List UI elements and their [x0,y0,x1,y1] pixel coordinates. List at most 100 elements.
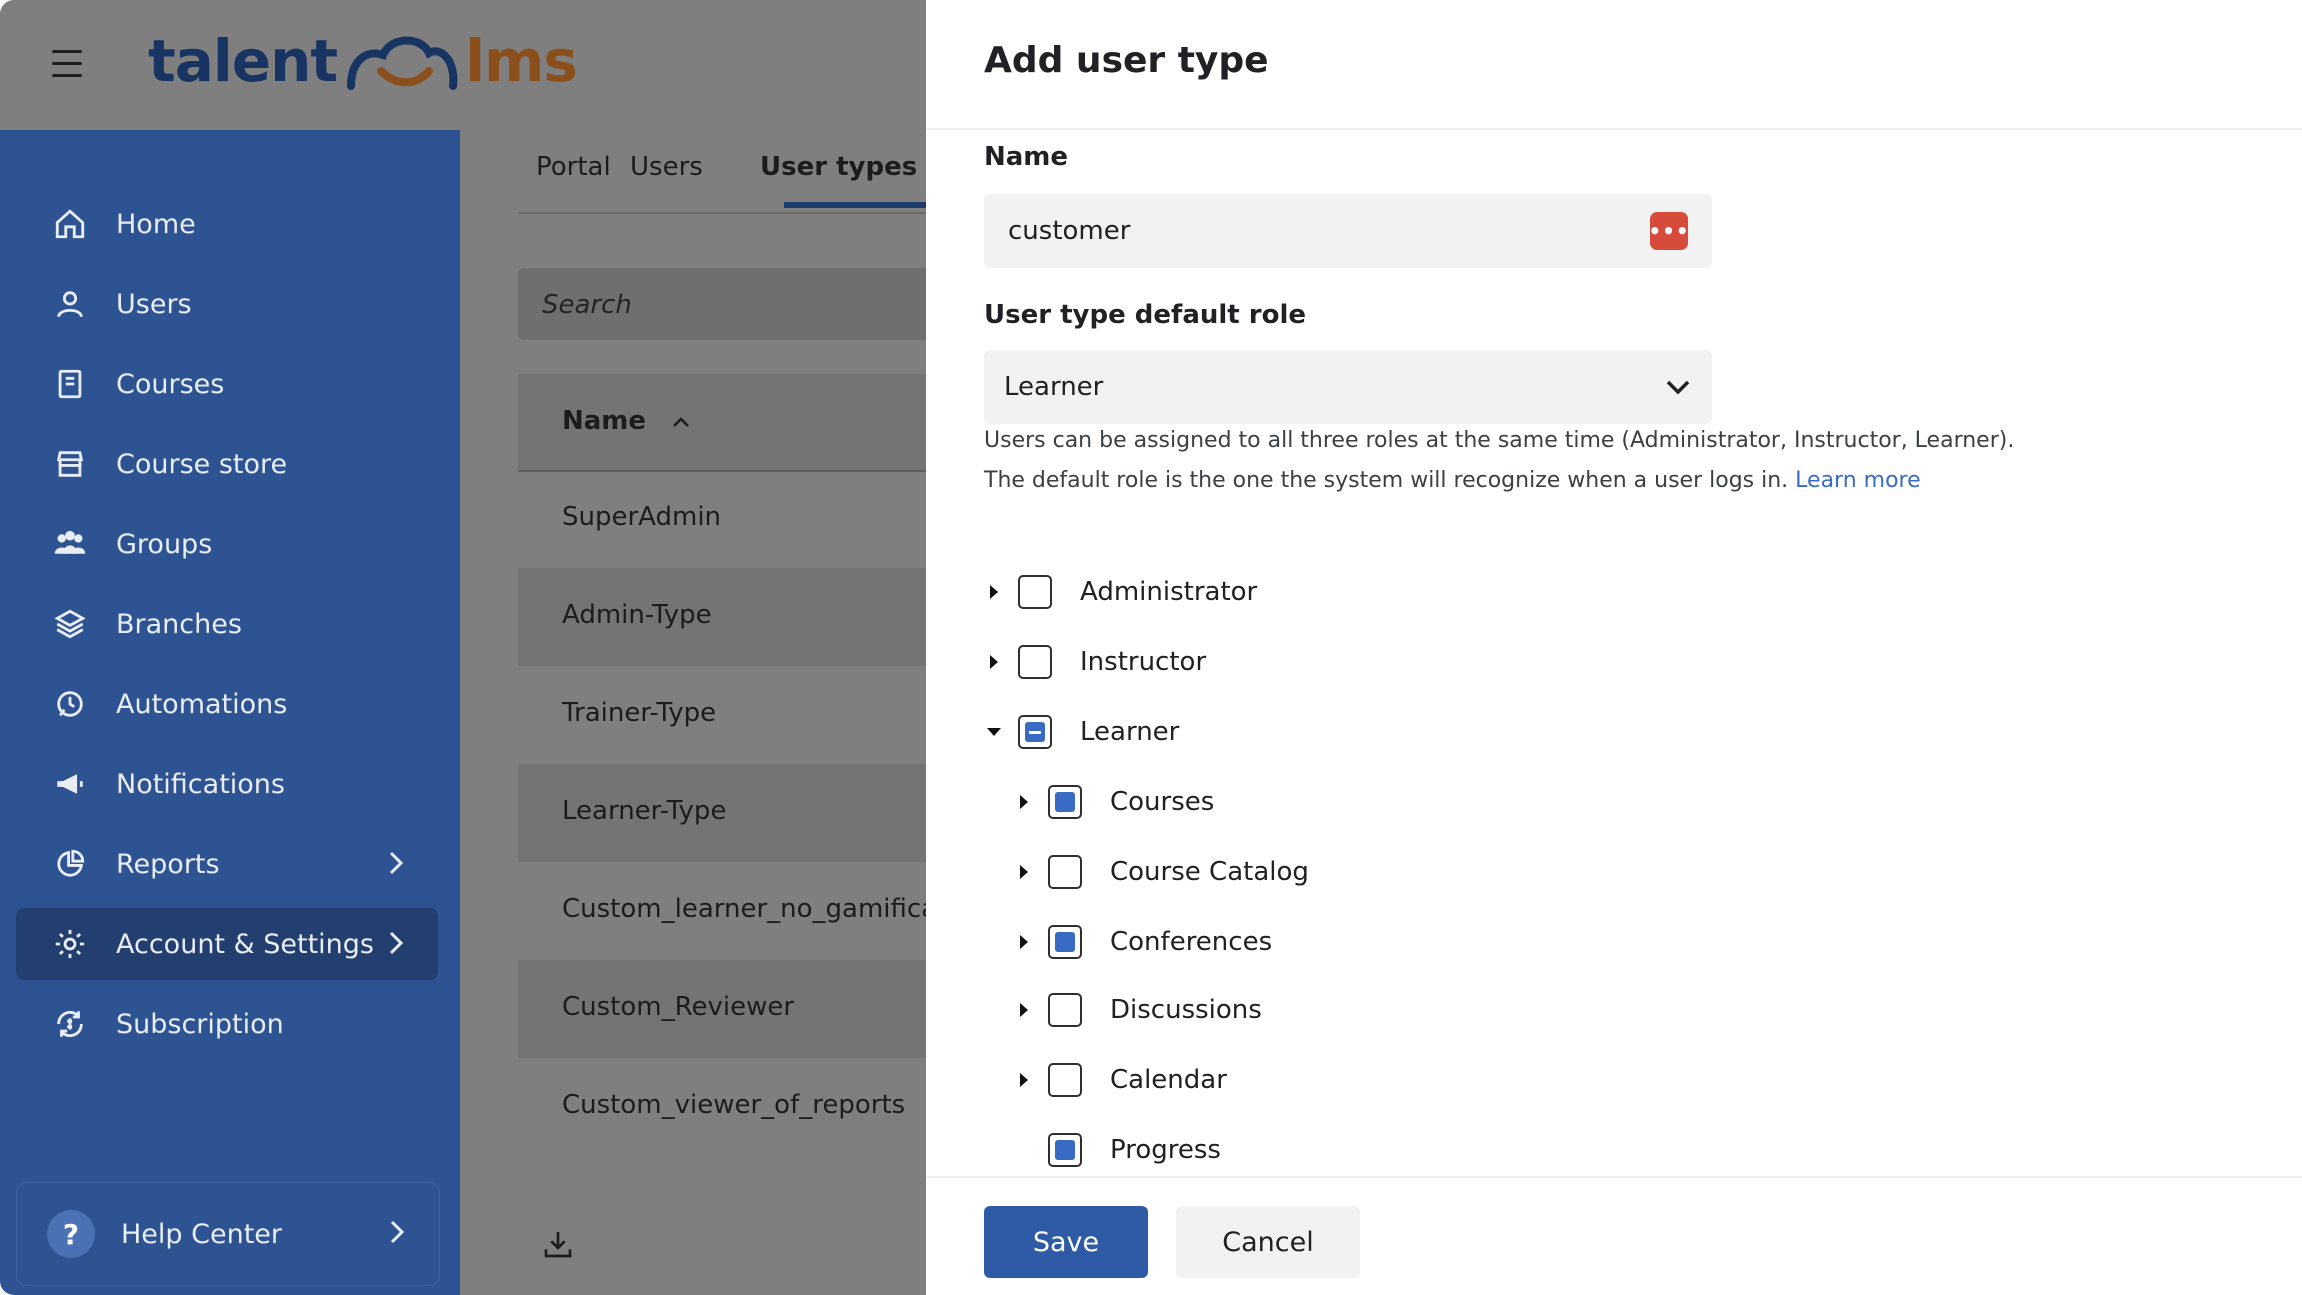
tree-row-conferences: Conferences [1014,922,1272,962]
cloud-logo-icon [347,36,458,90]
expand-arrow-icon[interactable] [1014,1060,1034,1100]
sidebar: Home Users Courses Course store Groups B… [0,130,460,1295]
hamburger-menu-icon[interactable] [52,50,82,78]
search-placeholder: Search [542,290,632,320]
sidebar-item-home[interactable]: Home [16,188,438,260]
chevron-right-icon [388,850,404,883]
store-icon [50,444,90,484]
discussions-checkbox[interactable] [1048,993,1082,1027]
table-row[interactable]: Custom_learner_no_gamifica... [518,862,938,960]
sidebar-item-courses[interactable]: Courses [16,348,438,420]
sidebar-item-account-settings[interactable]: Account & Settings [16,908,438,980]
download-icon[interactable] [542,1228,574,1264]
role-help-line-1: Users can be assigned to all three roles… [984,428,2015,453]
top-header: talent lms [0,0,926,130]
name-label: Name [984,142,1069,172]
chevron-right-icon [388,930,404,963]
sidebar-item-reports[interactable]: Reports [16,828,438,900]
sidebar-item-label: Account & Settings [116,928,374,960]
sidebar-item-groups[interactable]: Groups [16,508,438,580]
role-help-line-2: The default role is the one the system w… [984,468,1921,493]
expand-arrow-icon[interactable] [1014,852,1034,892]
sidebar-item-label: Branches [116,608,242,640]
sidebar-item-label: Home [116,208,196,240]
tree-label: Conferences [1110,927,1273,957]
sidebar-item-course-store[interactable]: Course store [16,428,438,500]
layers-icon [50,604,90,644]
tree-label: Administrator [1080,577,1258,607]
question-icon: ? [47,1210,95,1258]
row-name: Custom_viewer_of_reports [562,1090,906,1120]
tree-row-course-catalog: Course Catalog [1014,852,1309,892]
subscription-icon [50,1004,90,1044]
courses-checkbox[interactable] [1048,785,1082,819]
tab-portal[interactable]: Portal [536,152,611,182]
table-row[interactable]: Custom_Reviewer [518,960,938,1058]
default-role-value: Learner [1004,372,1104,402]
sidebar-item-notifications[interactable]: Notifications [16,748,438,820]
divider [926,1176,2302,1178]
user-icon [50,284,90,324]
learner-checkbox[interactable] [1018,715,1052,749]
expand-arrow-icon[interactable] [1014,990,1034,1030]
sidebar-item-subscription[interactable]: Subscription [16,988,438,1060]
active-tab-indicator [784,202,926,208]
row-name: Custom_Reviewer [562,992,795,1022]
calendar-checkbox[interactable] [1048,1063,1082,1097]
expand-arrow-icon[interactable] [1014,922,1034,962]
search-input[interactable]: Search [518,268,938,340]
sidebar-item-label: Courses [116,368,225,400]
panel-title: Add user type [984,40,1269,81]
help-center-button[interactable]: ? Help Center [16,1182,440,1286]
gear-icon [50,924,90,964]
password-manager-icon[interactable]: ••• [1648,212,1689,250]
row-name: Learner-Type [562,796,727,826]
sidebar-item-automations[interactable]: Automations [16,668,438,740]
sidebar-item-label: Users [116,288,192,320]
expand-arrow-icon[interactable] [984,572,1004,612]
conferences-checkbox[interactable] [1048,925,1082,959]
instructor-checkbox[interactable] [1018,645,1052,679]
learn-more-link[interactable]: Learn more [1795,468,1920,493]
row-name: Admin-Type [562,600,712,630]
row-name: SuperAdmin [562,502,722,532]
sidebar-item-users[interactable]: Users [16,268,438,340]
name-field-value: customer [1008,216,1131,246]
collapse-arrow-icon[interactable] [984,712,1004,752]
save-button[interactable]: Save [984,1206,1148,1278]
administrator-checkbox[interactable] [1018,575,1052,609]
chevron-right-icon [389,1219,405,1252]
chevron-down-icon [1664,378,1692,400]
tree-row-learner: Learner [984,712,1179,752]
progress-checkbox[interactable] [1048,1133,1082,1167]
sidebar-item-label: Groups [116,528,213,560]
pie-chart-icon [50,844,90,884]
home-icon [50,204,90,244]
tab-user-types[interactable]: User types [760,152,917,182]
tab-users[interactable]: Users [630,152,703,182]
megaphone-icon [50,764,90,804]
column-header-name[interactable]: Name [562,406,691,436]
name-field[interactable]: customer ••• [984,194,1712,268]
tree-row-courses: Courses [1014,782,1214,822]
default-role-select[interactable]: Learner [984,350,1712,424]
cancel-button[interactable]: Cancel [1176,1206,1360,1278]
table-row[interactable]: Admin-Type [518,568,938,666]
column-header-label: Name [562,406,647,436]
table-header: Name [518,374,938,472]
main-content: Portal Users User types Search Name Supe… [460,130,938,1295]
table-row[interactable]: SuperAdmin [518,470,938,568]
talentlms-logo[interactable]: talent lms [148,26,578,96]
sidebar-item-branches[interactable]: Branches [16,588,438,660]
table-row[interactable]: Trainer-Type [518,666,938,764]
tree-label: Calendar [1110,1065,1227,1095]
table-row[interactable]: Learner-Type [518,764,938,862]
tree-row-calendar: Calendar [1014,1060,1227,1100]
course-catalog-checkbox[interactable] [1048,855,1082,889]
tree-row-instructor: Instructor [984,642,1206,682]
row-name: Trainer-Type [562,698,717,728]
expand-arrow-icon[interactable] [1014,782,1034,822]
tree-row-progress: Progress [1014,1130,1221,1170]
expand-arrow-icon[interactable] [984,642,1004,682]
table-row[interactable]: Custom_viewer_of_reports [518,1058,938,1156]
